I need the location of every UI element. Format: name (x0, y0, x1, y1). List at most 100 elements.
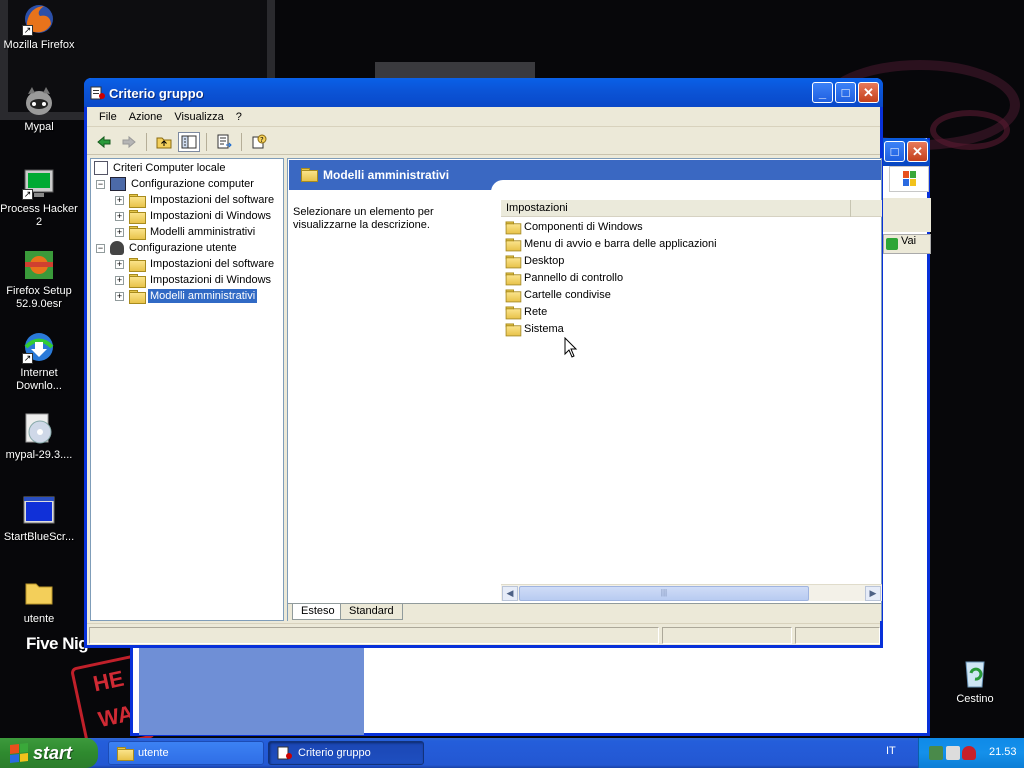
expand-icon[interactable]: + (115, 195, 124, 205)
horizontal-scrollbar[interactable]: ◀ ||| ▶ (501, 584, 882, 601)
list-item[interactable]: Cartelle condivise (505, 287, 611, 303)
list-item-label: Pannello di controllo (524, 272, 624, 284)
firefox-icon: ↗ (22, 2, 56, 36)
network-icon[interactable] (929, 746, 943, 760)
maximize-button[interactable]: □ (835, 82, 856, 103)
forward-arrow-icon[interactable] (118, 132, 140, 152)
list-item-label: Rete (524, 306, 548, 318)
start-button[interactable]: start (0, 738, 98, 768)
up-folder-icon[interactable] (153, 132, 175, 152)
list-header: Impostazioni (501, 200, 882, 217)
expand-icon[interactable]: + (115, 259, 124, 269)
taskbar-button-criterio-gruppo[interactable]: Criterio gruppo (268, 741, 424, 765)
back-arrow-icon[interactable] (93, 132, 115, 152)
user-icon (110, 241, 124, 255)
tree-root[interactable]: Criteri Computer locale (94, 160, 227, 176)
taskbar-button-utente[interactable]: utente (108, 741, 264, 765)
menu-visualizza[interactable]: Visualizza (168, 107, 229, 126)
language-indicator[interactable]: IT (886, 745, 896, 757)
window-titlebar[interactable]: Criterio gruppo _ □ ✕ (84, 78, 883, 107)
group-policy-window[interactable]: Criterio gruppo _ □ ✕ File Azione Visual… (84, 78, 883, 648)
menu-help[interactable]: ? (230, 107, 248, 126)
folder-icon (505, 238, 522, 252)
tree-user-admin-templates[interactable]: + Modelli amministrativi (115, 288, 258, 304)
help-icon[interactable]: ? (248, 132, 270, 152)
tree-node-label: Configurazione computer (131, 178, 254, 190)
desktop-icon-process-hacker[interactable]: ↗ Process Hacker 2 (0, 166, 78, 229)
tree-user-config[interactable]: − Configurazione utente (96, 240, 239, 256)
desktop-icon-mypal[interactable]: Mypal (0, 84, 78, 134)
tab-standard[interactable]: Standard (340, 604, 403, 620)
list-item[interactable]: Sistema (505, 321, 564, 337)
tree-computer-software[interactable]: + Impostazioni del software (115, 192, 276, 208)
desktop-icon-startbluescreen[interactable]: StartBlueScr... (0, 494, 78, 544)
folder-icon (505, 289, 522, 303)
settings-list[interactable]: Impostazioni Componenti di Windows Menu … (501, 200, 882, 583)
tree-user-software[interactable]: + Impostazioni del software (115, 256, 276, 272)
menu-bar: File Azione Visualizza ? (87, 107, 880, 127)
toolbar-separator (146, 132, 147, 151)
collapse-icon[interactable]: − (96, 179, 105, 189)
tree-computer-windows[interactable]: + Impostazioni di Windows (115, 208, 273, 224)
details-pane[interactable]: Modelli amministrativi Selezionare un el… (287, 158, 882, 621)
windows-logo-icon (889, 166, 929, 192)
list-item[interactable]: Menu di avvio e barra delle applicazioni (505, 236, 717, 252)
computer-icon (110, 177, 126, 191)
list-item[interactable]: Rete (505, 304, 547, 320)
tree-node-label-selected: Modelli amministrativi (148, 289, 258, 303)
tab-esteso[interactable]: Esteso (292, 604, 344, 620)
status-panel (89, 627, 659, 644)
security-shield-icon[interactable] (962, 746, 976, 760)
desktop-icon-internet-download[interactable]: ↗ Internet Downlo... (0, 330, 78, 393)
expand-icon[interactable]: + (115, 291, 124, 301)
list-item-label: Desktop (524, 255, 565, 267)
status-panel (662, 627, 792, 644)
list-item[interactable]: Componenti di Windows (505, 219, 643, 235)
wallpaper-glow-small (930, 110, 1010, 150)
tree-user-windows[interactable]: + Impostazioni di Windows (115, 272, 273, 288)
desktop-icon-mypal-installer[interactable]: mypal-29.3.... (0, 412, 78, 462)
show-tree-icon[interactable] (178, 131, 200, 152)
desktop-icon-firefox[interactable]: ↗ Mozilla Firefox (0, 2, 78, 52)
desktop-icon-firefox-setup[interactable]: Firefox Setup 52.9.0esr (0, 248, 78, 311)
export-list-icon[interactable] (213, 132, 235, 152)
menu-file[interactable]: File (93, 107, 123, 126)
scroll-right-icon[interactable]: ▶ (865, 586, 881, 601)
list-item[interactable]: Pannello di controllo (505, 270, 623, 286)
desktop-icon-label: Firefox Setup 52.9.0esr (6, 285, 72, 310)
minimize-button[interactable]: _ (812, 82, 833, 103)
background-close-button[interactable]: ✕ (907, 141, 928, 162)
background-side-panel (139, 648, 364, 735)
collapse-icon[interactable]: − (96, 243, 105, 253)
scroll-thumb[interactable]: ||| (519, 586, 809, 601)
wallpaper-title-text: Five Nig (26, 634, 89, 653)
background-maximize-button[interactable]: □ (884, 141, 905, 162)
tree-computer-admin-templates[interactable]: + Modelli amministrativi (115, 224, 257, 240)
desktop-icon-utente[interactable]: utente (0, 576, 78, 626)
desktop-icon-recycle-bin[interactable]: Cestino (936, 656, 1014, 706)
expand-icon[interactable]: + (115, 275, 124, 285)
clock[interactable]: 21.53 (989, 746, 1017, 758)
list-item-label: Menu di avvio e barra delle applicazioni (524, 238, 717, 250)
list-item[interactable]: Desktop (505, 253, 564, 269)
expand-icon[interactable]: + (115, 227, 124, 237)
mouse-cursor-icon (564, 337, 578, 358)
process-hacker-icon: ↗ (22, 166, 56, 200)
system-tray: 21.53 (918, 738, 1024, 768)
folder-icon (129, 274, 146, 288)
expand-icon[interactable]: + (115, 211, 124, 221)
group-policy-icon (277, 746, 292, 760)
policy-icon (94, 161, 108, 175)
close-button[interactable]: ✕ (858, 82, 879, 103)
mypal-icon (22, 84, 56, 118)
tree-computer-config[interactable]: − Configurazione computer (96, 176, 256, 192)
folder-icon (505, 306, 522, 320)
column-header-impostazioni[interactable]: Impostazioni (501, 200, 851, 217)
scroll-left-icon[interactable]: ◀ (502, 586, 518, 601)
menu-azione[interactable]: Azione (123, 107, 169, 126)
folder-icon (505, 255, 522, 269)
go-button[interactable]: Vai (883, 234, 931, 254)
tray-app-icon[interactable] (946, 746, 960, 760)
tree-pane[interactable]: Criteri Computer locale − Configurazione… (90, 158, 284, 621)
start-label: start (33, 742, 73, 763)
